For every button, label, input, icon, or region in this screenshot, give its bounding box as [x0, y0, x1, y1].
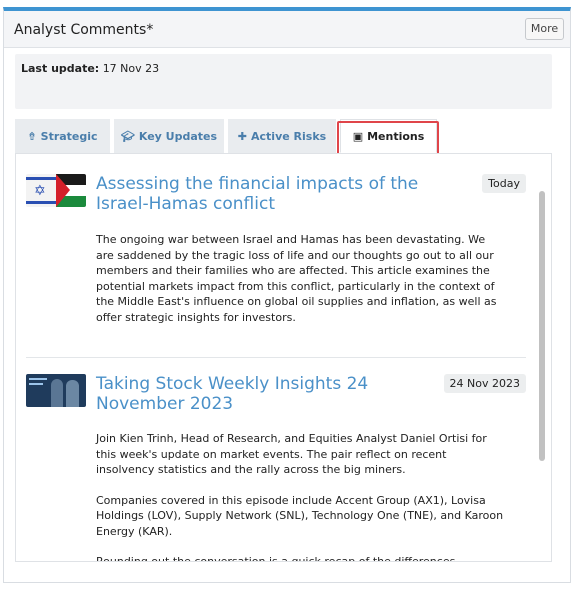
article-title-link[interactable]: Assessing the financial impacts of the I… — [96, 174, 426, 214]
tab-mentions[interactable]: ▣ Mentions — [340, 119, 437, 153]
arrow-up-icon: ⇮ — [27, 130, 37, 143]
last-update-label: Last update: — [21, 62, 100, 75]
last-update-value: 17 Nov 23 — [102, 62, 160, 75]
last-update-text: Last update: 17 Nov 23 — [21, 62, 159, 75]
panel-header: Analyst Comments* More — [4, 11, 570, 48]
article-summary: The ongoing war between Israel and Hamas… — [96, 232, 506, 340]
mentions-list: ✡ Assessing the financial impacts of the… — [15, 153, 552, 562]
date-badge: 24 Nov 2023 — [443, 374, 526, 393]
tab-label: Active Risks — [251, 130, 327, 143]
scrollbar[interactable] — [539, 191, 545, 461]
israel-palestine-flags-image[interactable]: ✡ — [26, 174, 86, 207]
tab-bar: ⇮ Strategic 🎓︎ Key Updates ✚ Active Risks ▣… — [15, 119, 552, 153]
star-of-david-icon: ✡ — [34, 182, 46, 198]
tab-active-risks[interactable]: ✚ Active Risks — [228, 119, 336, 153]
summary-paragraph: Join Kien Trinh, Head of Research, and E… — [96, 432, 487, 476]
last-update-box: Last update: 17 Nov 23 — [15, 54, 552, 109]
tab-label: Key Updates — [138, 130, 218, 143]
date-badge: Today — [482, 174, 526, 193]
article-title-link[interactable]: Taking Stock Weekly Insights 24 November… — [96, 374, 426, 414]
summary-paragraph: The ongoing war between Israel and Hamas… — [96, 233, 497, 324]
list-item: Taking Stock Weekly Insights 24 November… — [26, 374, 526, 562]
item-divider — [26, 357, 526, 358]
tab-strategic[interactable]: ⇮ Strategic — [15, 119, 110, 153]
list-item: ✡ Assessing the financial impacts of the… — [26, 174, 526, 354]
tab-label: Strategic — [40, 130, 98, 143]
podcast-hosts-image[interactable] — [26, 374, 86, 407]
summary-paragraph: Companies covered in this episode includ… — [96, 493, 504, 538]
comment-icon: ▣ — [352, 130, 364, 143]
tab-label: Mentions — [367, 130, 425, 143]
scrollbar-thumb[interactable] — [539, 191, 545, 461]
tab-key-updates[interactable]: 🎓︎ Key Updates — [114, 119, 224, 153]
summary-paragraph: Rounding out the conversation is a quick… — [96, 555, 456, 562]
puzzle-icon: ✚ — [237, 130, 248, 143]
graduation-cap-icon: 🎓︎ — [120, 130, 135, 143]
panel-title: Analyst Comments* — [14, 22, 154, 38]
article-summary: Join Kien Trinh, Head of Research, and E… — [96, 431, 506, 562]
more-button[interactable]: More — [525, 18, 564, 40]
